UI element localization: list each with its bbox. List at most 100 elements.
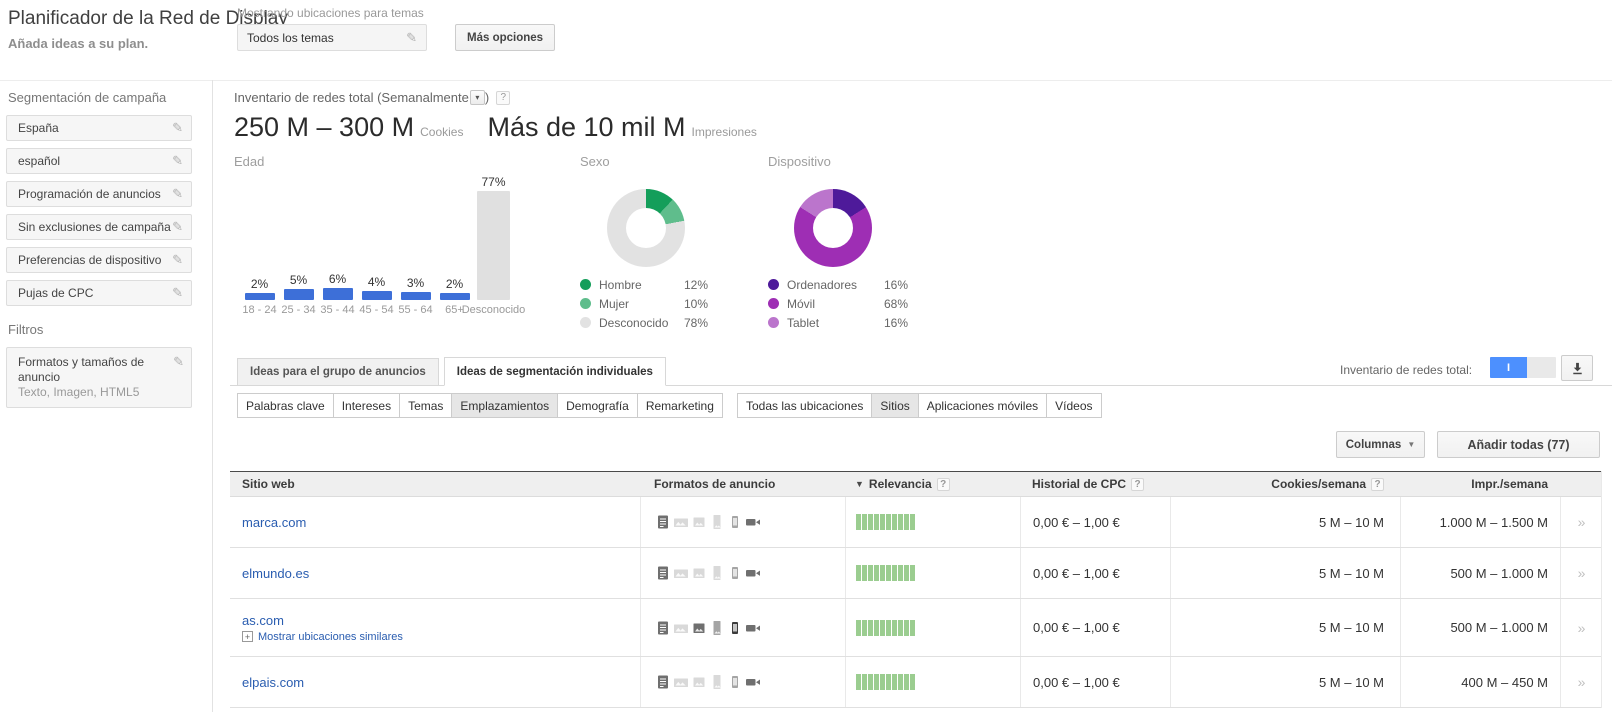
help-icon[interactable]: ?: [937, 478, 950, 491]
cookies-cell: 5 M – 10 M: [1170, 599, 1400, 656]
edit-pencil-icon[interactable]: ✎: [172, 219, 183, 235]
edit-pencil-icon[interactable]: ✎: [173, 354, 184, 370]
site-cell: marca.com: [230, 497, 640, 547]
inventory-meter-label: Inventario de redes total:: [1340, 363, 1472, 377]
edit-pencil-icon[interactable]: ✎: [172, 252, 183, 268]
legend-label: Tablet: [787, 316, 884, 330]
help-icon[interactable]: ?: [1371, 478, 1384, 491]
relevance-bar: [856, 674, 915, 690]
expand-plus-icon: +: [242, 631, 253, 642]
legend-label: Móvil: [787, 297, 884, 311]
topic-selector[interactable]: Todos los temas ✎: [237, 24, 427, 51]
col-impressions[interactable]: Impr./semana: [1400, 472, 1560, 496]
display-network-planner: Planificador de la Red de Display Añada …: [0, 0, 1612, 712]
col-ad-formats[interactable]: Formatos de anuncio: [640, 472, 845, 496]
bar: [362, 291, 392, 300]
expand-row-chevron[interactable]: »: [1560, 497, 1602, 547]
cookies-unit: Cookies: [420, 125, 463, 139]
site-link[interactable]: as.com: [242, 613, 284, 628]
age-chart-title: Edad: [234, 154, 264, 169]
bar-value-label: 2%: [446, 277, 463, 291]
ad-formats-filter[interactable]: Formatos y tamaños de anuncio Texto, Ima…: [6, 347, 192, 408]
age-bar-desconocido: 77%Desconocido: [474, 172, 513, 318]
bar-category-label: 18 - 24: [242, 304, 276, 318]
period-dropdown-button[interactable]: ▾: [470, 90, 485, 105]
expand-row-chevron[interactable]: »: [1560, 657, 1602, 707]
edit-pencil-icon[interactable]: ✎: [172, 285, 183, 301]
image-square-icon: [691, 620, 707, 636]
legend-desconocido: Desconocido78%: [580, 313, 708, 332]
cookies-cell: 5 M – 10 M: [1170, 657, 1400, 707]
help-icon[interactable]: ?: [496, 91, 510, 105]
campaign-targeting-title: Segmentación de campaña: [8, 90, 212, 105]
bar: [284, 289, 314, 300]
inventory-meter[interactable]: I: [1490, 357, 1556, 378]
video-ad-icon: [745, 565, 761, 581]
edit-pencil-icon[interactable]: ✎: [172, 153, 183, 169]
header-divider: [0, 80, 1612, 81]
more-options-button[interactable]: Más opciones: [455, 24, 555, 51]
subtab-sitios[interactable]: Sitios: [872, 393, 918, 418]
cpc-cell: 0,00 € – 1,00 €: [1020, 657, 1170, 707]
col-cookies[interactable]: Cookies/semana ?: [1170, 472, 1400, 496]
ad-formats-cell: [640, 657, 845, 707]
relevance-bar: [856, 620, 915, 636]
cookies-cell: 5 M – 10 M: [1170, 497, 1400, 547]
site-link[interactable]: elmundo.es: [242, 566, 309, 581]
col-relevance[interactable]: ▼ Relevancia ?: [845, 472, 1020, 496]
campaign-setting-pujas-de-cpc[interactable]: Pujas de CPC✎: [6, 280, 192, 306]
subtab-remarketing[interactable]: Remarketing: [638, 393, 723, 418]
legend-value: 16%: [884, 316, 908, 330]
subtab-intereses[interactable]: Intereses: [334, 393, 400, 418]
subtab-temas[interactable]: Temas: [400, 393, 452, 418]
col-site[interactable]: Sitio web: [230, 472, 640, 496]
add-all-button[interactable]: Añadir todas (77): [1437, 431, 1600, 458]
subtab-palabras-clave[interactable]: Palabras clave: [237, 393, 334, 418]
campaign-setting-preferencias-de-dispositivo[interactable]: Preferencias de dispositivo✎: [6, 247, 192, 273]
placement-row-as-com: as.com+Mostrar ubicaciones similares0,00…: [230, 599, 1601, 657]
campaign-setting-sin-exclusiones-de-campana[interactable]: Sin exclusiones de campaña✎: [6, 214, 192, 240]
cpc-cell: 0,00 € – 1,00 €: [1020, 548, 1170, 598]
edit-pencil-icon[interactable]: ✎: [172, 186, 183, 202]
device-chart-title: Dispositivo: [768, 154, 831, 169]
ad-formats-cell: [640, 548, 845, 598]
tab-adgroup-ideas[interactable]: Ideas para el grupo de anuncios: [237, 358, 439, 386]
download-button[interactable]: [1561, 355, 1593, 381]
relevance-cell: [845, 548, 1020, 598]
columns-button[interactable]: Columnas ▼: [1336, 431, 1425, 458]
site-link[interactable]: elpais.com: [242, 675, 304, 690]
col-cpc[interactable]: Historial de CPC ?: [1020, 472, 1170, 496]
legend-dot: [580, 317, 591, 328]
legend-dot: [768, 317, 779, 328]
subtab-videos[interactable]: Vídeos: [1047, 393, 1101, 418]
subtab-aplicaciones-moviles[interactable]: Aplicaciones móviles: [919, 393, 1047, 418]
subtab-todas-las-ubicaciones[interactable]: Todas las ubicaciones: [737, 393, 872, 418]
expand-row-chevron[interactable]: »: [1560, 548, 1602, 598]
age-bar-18-24: 2%18 - 24: [240, 172, 279, 318]
edit-pencil-icon[interactable]: ✎: [172, 120, 183, 136]
inventory-title-suffix: ): [485, 90, 489, 105]
filters-title: Filtros: [8, 322, 212, 337]
idea-type-subtabs: Palabras claveInteresesTemasEmplazamient…: [237, 393, 723, 418]
video-ad-icon: [745, 514, 761, 530]
subtab-emplazamientos[interactable]: Emplazamientos: [452, 393, 558, 418]
setting-label: Programación de anuncios: [18, 187, 161, 201]
age-bar-35-44: 6%35 - 44: [318, 172, 357, 318]
help-icon[interactable]: ?: [1131, 478, 1144, 491]
campaign-setting-programacion-de-anuncios[interactable]: Programación de anuncios ✎: [6, 181, 192, 207]
setting-label: español: [18, 154, 60, 168]
legend-tablet: Tablet16%: [768, 313, 908, 332]
tab-individual-targeting-ideas[interactable]: Ideas de segmentación individuales: [444, 357, 666, 386]
subtab-demografia[interactable]: Demografía: [558, 393, 638, 418]
impressions-unit: Impresiones: [692, 125, 757, 139]
legend-value: 12%: [684, 278, 708, 292]
expand-row-chevron[interactable]: »: [1560, 599, 1602, 656]
legend-label: Desconocido: [599, 316, 684, 330]
campaign-setting-espana[interactable]: España✎: [6, 115, 192, 141]
campaign-sidebar: Segmentación de campaña España✎español✎P…: [0, 88, 212, 408]
mobile-ad-icon: [727, 620, 743, 636]
show-similar-placements-link[interactable]: +Mostrar ubicaciones similares: [242, 631, 403, 643]
bar-category-label: 55 - 64: [398, 304, 432, 318]
campaign-setting-espanol[interactable]: español ✎: [6, 148, 192, 174]
site-link[interactable]: marca.com: [242, 515, 306, 530]
